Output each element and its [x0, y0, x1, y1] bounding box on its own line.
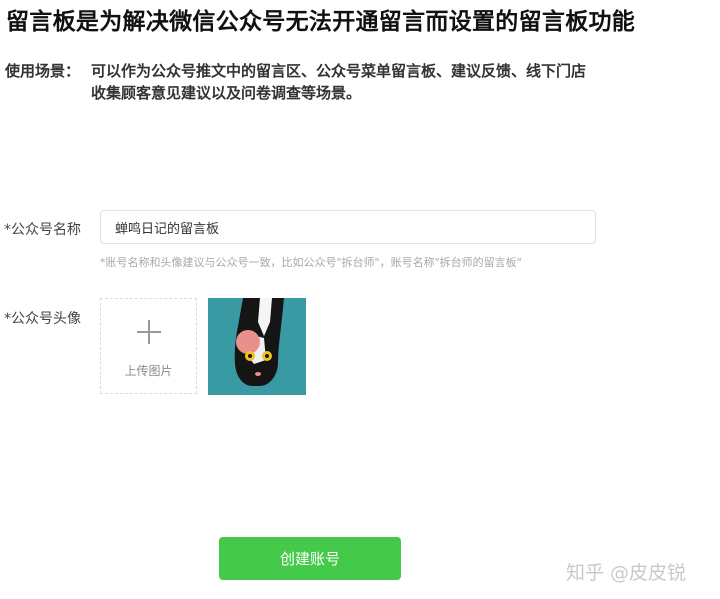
cat-avatar-image	[208, 298, 306, 395]
watermark: 知乎 @皮皮锐	[566, 562, 687, 584]
account-name-hint: *账号名称和头像建议与公众号一致，比如公众号"拆台师"，账号名称"拆台师的留言板…	[100, 256, 522, 269]
avatar-label: *公众号头像	[4, 311, 81, 327]
plus-icon	[137, 320, 161, 344]
account-name-label: *公众号名称	[4, 222, 81, 238]
account-name-input[interactable]	[100, 210, 596, 244]
upload-image-label: 上传图片	[124, 364, 173, 378]
page-title: 留言板是为解决微信公众号无法开通留言而设置的留言板功能	[6, 9, 636, 35]
usage-text-line2: 收集顾客意见建议以及问卷调查等场景。	[91, 84, 362, 102]
usage-label: 使用场景：	[5, 62, 81, 80]
usage-text-line1: 可以作为公众号推文中的留言区、公众号菜单留言板、建议反馈、线下门店	[91, 62, 587, 80]
create-account-button[interactable]: 创建账号	[219, 537, 401, 580]
upload-image-button[interactable]: 上传图片	[100, 298, 197, 394]
